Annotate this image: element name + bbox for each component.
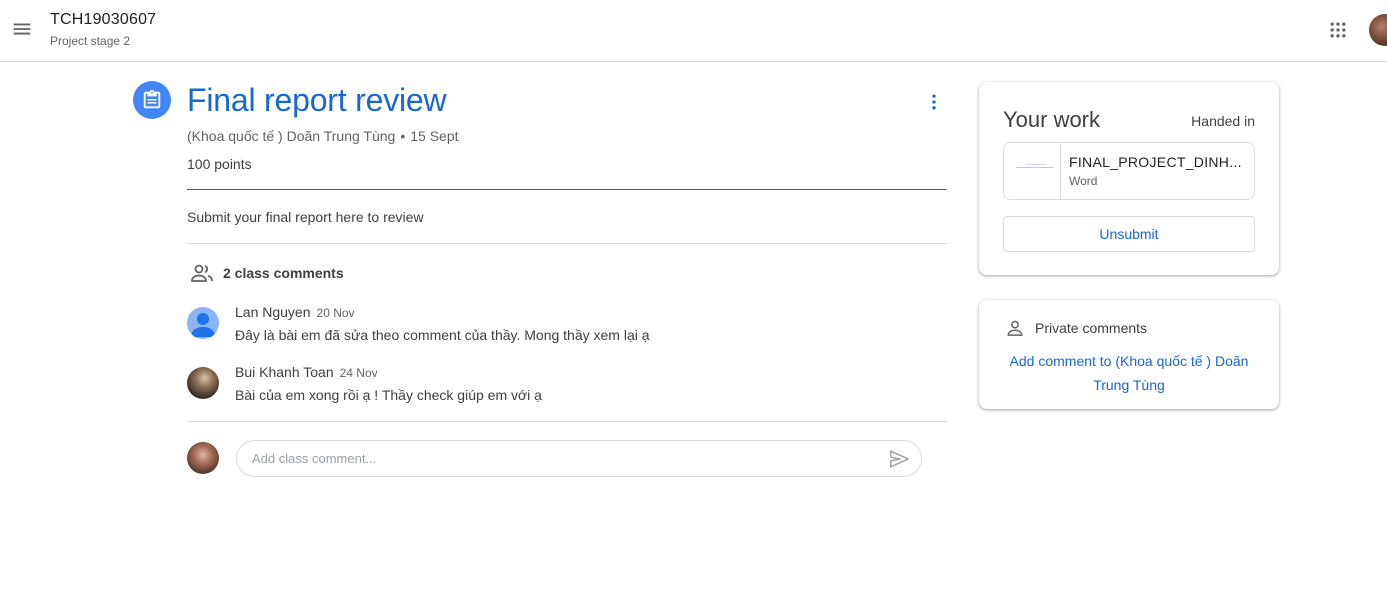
more-options-button[interactable]: [920, 88, 948, 116]
assignment-icon-badge: [133, 81, 171, 119]
assignment-meta: (Khoa quốc tế ) Doãn Trung Tùng • 15 Sept: [187, 128, 459, 144]
unsubmit-button[interactable]: Unsubmit: [1003, 216, 1255, 252]
comment-author-name: Bui Khanh Toan: [235, 364, 334, 380]
class-comment-box: [236, 440, 922, 477]
comment-author: Bui Khanh Toan 24 Nov: [235, 364, 378, 380]
description-divider: [187, 243, 947, 244]
class-title[interactable]: TCH19030607: [50, 11, 156, 29]
meta-separator: •: [400, 128, 406, 144]
comment-author-name: Lan Nguyen: [235, 304, 311, 320]
attachment-thumbnail: [1004, 143, 1061, 199]
assignment-title: Final report review: [187, 82, 447, 118]
class-subtitle: Project stage 2: [50, 34, 131, 48]
assignment-points: 100 points: [187, 156, 252, 172]
private-comments-header: Private comments: [1005, 318, 1147, 338]
attachment-type: Word: [1069, 174, 1098, 188]
google-apps-button[interactable]: [1322, 14, 1354, 46]
comment-date: 20 Nov: [316, 306, 355, 320]
google-apps-grid-icon: [1330, 22, 1346, 38]
submission-status: Handed in: [1191, 113, 1255, 129]
class-comments-header[interactable]: 2 class comments: [190, 263, 344, 283]
thumbnail-text-line: [1026, 164, 1046, 165]
assignment-icon: [143, 89, 161, 109]
class-comments-count: 2 class comments: [223, 265, 344, 281]
posted-date: 15 Sept: [410, 128, 459, 144]
class-comment-input[interactable]: [252, 441, 872, 476]
comment-date: 24 Nov: [339, 366, 378, 380]
send-icon: [890, 450, 909, 468]
private-comments-card: Private comments Add comment to (Khoa qu…: [979, 300, 1279, 409]
people-icon: [191, 264, 213, 282]
current-user-avatar: [187, 442, 219, 474]
top-app-bar: TCH19030607 Project stage 2: [0, 0, 1387, 62]
comment-text: Đây là bài em đã sửa theo comment của th…: [235, 327, 650, 343]
thumbnail-text-line: [1016, 167, 1054, 168]
comment-author: Lan Nguyen 20 Nov: [235, 304, 355, 320]
hamburger-menu-icon: [13, 23, 31, 35]
account-avatar[interactable]: [1369, 14, 1387, 46]
teacher-name: (Khoa quốc tế ) Doãn Trung Tùng: [187, 128, 396, 144]
comment-avatar: [187, 307, 219, 339]
default-avatar-icon: [191, 313, 215, 337]
private-comments-title: Private comments: [1035, 320, 1148, 336]
attachment-card[interactable]: FINAL_PROJECT_DINH... Word: [1003, 142, 1255, 200]
assignment-description: Submit your final report here to review: [187, 209, 424, 225]
attachment-name: FINAL_PROJECT_DINH...: [1069, 154, 1242, 170]
comment-avatar: [187, 367, 219, 399]
your-work-card: Your work Handed in FINAL_PROJECT_DINH..…: [979, 82, 1279, 275]
comment-text: Bài của em xong rồi ạ ! Thầy check giúp …: [235, 387, 542, 403]
person-icon: [1007, 320, 1023, 336]
comments-divider: [187, 421, 947, 422]
main-menu-button[interactable]: [6, 13, 38, 45]
add-private-comment-link[interactable]: Add comment to (Khoa quốc tế ) Doãn Trun…: [999, 349, 1259, 397]
send-comment-button[interactable]: [887, 447, 911, 471]
more-vert-icon: [932, 94, 936, 110]
header-divider: [187, 189, 947, 190]
your-work-title: Your work: [1003, 107, 1101, 132]
